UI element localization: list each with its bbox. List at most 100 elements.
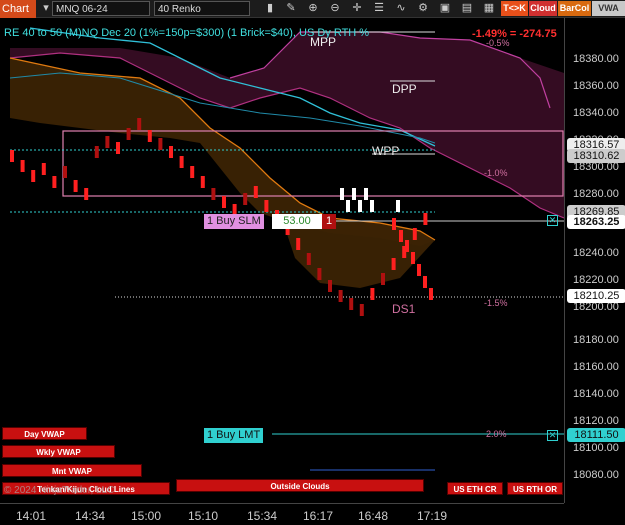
buy-slm-price-tag: 18263.25	[567, 215, 625, 229]
pct-20: 2.0%	[486, 429, 507, 439]
renko-brick	[306, 253, 311, 265]
cancel-buy-lmt-icon[interactable]: ✕	[547, 430, 558, 441]
renko-brick	[222, 196, 226, 208]
price-tick: 18220.00	[573, 274, 619, 286]
outside-clouds-button[interactable]: Outside Clouds	[176, 479, 424, 492]
renko-brick	[41, 163, 46, 175]
cancel-buy-slm-icon[interactable]: ✕	[547, 215, 558, 226]
renko-brick	[349, 298, 354, 310]
us-eth-cr-button[interactable]: US ETH CR	[447, 482, 503, 495]
wkly-vwap-button[interactable]: Wkly VWAP	[2, 445, 115, 458]
time-tick: 15:34	[247, 509, 278, 523]
renko-brick	[10, 150, 14, 162]
time-tick: 15:10	[188, 509, 219, 523]
renko-brick	[429, 288, 433, 300]
renko-brick	[423, 213, 428, 225]
renko-brick	[31, 170, 36, 182]
us-rth-or-button[interactable]: US RTH OR	[507, 482, 563, 495]
renko-brick	[190, 166, 195, 178]
renko-brick	[405, 240, 409, 252]
day-vwap-button[interactable]: Day VWAP	[2, 427, 87, 440]
renko-brick	[179, 156, 184, 168]
wpp-label: WPP	[372, 144, 400, 158]
time-tick: 16:17	[303, 509, 334, 523]
mpp-label: MPP	[310, 35, 337, 49]
renko-brick	[137, 118, 142, 130]
time-tick: 16:48	[358, 509, 389, 523]
pnl-label: -1.49% = -274.75	[472, 28, 557, 40]
price-axis[interactable]: 18380.00 18360.00 18340.00 18320.00 1830…	[564, 18, 625, 503]
renko-brick	[328, 280, 332, 292]
renko-brick	[381, 273, 385, 285]
renko-brick	[399, 230, 403, 242]
renko-brick	[211, 188, 216, 200]
signal-markers	[340, 188, 400, 212]
buy-slm-order-label[interactable]: 1 Buy SLM	[204, 214, 264, 229]
buy-lmt-order-label[interactable]: 1 Buy LMT	[204, 428, 264, 443]
mnt-vwap-button[interactable]: Mnt VWAP	[2, 464, 142, 477]
renko-brick	[391, 258, 396, 270]
copyright-label: © 2024 NinjaTrader, LLC	[4, 485, 115, 496]
renko-brick	[94, 146, 99, 158]
renko-brick	[84, 188, 89, 200]
price-tick: 18080.00	[573, 469, 619, 481]
ds1-label: DS1	[392, 302, 416, 316]
chart-menu-button[interactable]: Chart	[0, 0, 36, 18]
barcol-button[interactable]: BarCol	[558, 1, 591, 16]
pct-neg15: -1.5%	[484, 298, 508, 308]
renko-brick	[116, 142, 120, 154]
draw-tool-icon[interactable]: ✎	[283, 1, 299, 16]
time-tick: 15:00	[131, 509, 162, 523]
data-box-icon[interactable]: ▤	[459, 1, 475, 16]
strategies-icon[interactable]: ⚙	[415, 1, 431, 16]
price-tick: 18340.00	[573, 107, 619, 119]
chart-toolbar: Chart ▾ MNQ 06-24 40 Renko ▮ ✎ ⊕ ⊖ ✛ ☰ ∿…	[0, 0, 625, 18]
renko-brick	[52, 176, 57, 188]
pct-neg05: -0.5%	[486, 38, 510, 48]
renko-brick	[392, 218, 396, 230]
buy-lmt-price-tag: 18111.50	[567, 428, 625, 442]
renko-brick	[253, 186, 258, 198]
price-tick: 18280.00	[573, 188, 619, 200]
instrument-selector[interactable]: MNQ 06-24	[52, 1, 150, 16]
time-axis[interactable]: 14:01 14:34 15:00 15:10 15:34 16:17 16:4…	[0, 503, 564, 525]
signal-marker	[364, 188, 368, 200]
renko-brick	[158, 138, 163, 150]
time-tick: 17:19	[417, 509, 448, 523]
renko-brick	[200, 176, 205, 188]
crosshair-icon[interactable]: ✛	[349, 1, 365, 16]
signal-marker	[358, 200, 362, 212]
zoom-in-icon[interactable]: ⊕	[305, 1, 321, 16]
chart-trader-icon[interactable]: ▦	[481, 1, 497, 16]
renko-brick	[412, 228, 417, 240]
renko-brick	[317, 268, 322, 280]
bars-icon[interactable]: ▮	[262, 1, 278, 16]
signal-marker	[370, 200, 374, 212]
price-tick: 18140.00	[573, 388, 619, 400]
indicators-icon[interactable]: ∿	[393, 1, 409, 16]
vwap-button[interactable]: VWA	[592, 1, 625, 16]
ichimoku-cloud	[10, 32, 564, 288]
renko-brick	[147, 130, 152, 142]
price-tick: 18180.00	[573, 334, 619, 346]
buy-slm-offset[interactable]: 53.00	[272, 214, 322, 229]
renko-brick	[73, 180, 78, 192]
cloud-button[interactable]: Cloud	[529, 1, 557, 16]
bar-type-selector[interactable]: 40 Renko	[154, 1, 250, 16]
time-tick: 14:01	[16, 509, 47, 523]
renko-brick	[417, 264, 421, 276]
properties-icon[interactable]: ☰	[371, 1, 387, 16]
zoom-out-icon[interactable]: ⊖	[327, 1, 343, 16]
renko-brick	[20, 160, 25, 172]
buy-slm-qty[interactable]: 1	[322, 214, 336, 229]
dpp-label: DPP	[392, 82, 417, 96]
tk-button[interactable]: T<>K	[501, 1, 528, 16]
templates-icon[interactable]: ▣	[437, 1, 453, 16]
price-tick: 18120.00	[573, 415, 619, 427]
last-price-tag: 18210.25	[567, 289, 625, 303]
price-tag-p2: 18310.62	[567, 149, 625, 163]
renko-brick	[105, 136, 110, 148]
pct-neg10: -1.0%	[484, 168, 508, 178]
renko-brick	[264, 200, 269, 212]
price-tick: 18360.00	[573, 80, 619, 92]
